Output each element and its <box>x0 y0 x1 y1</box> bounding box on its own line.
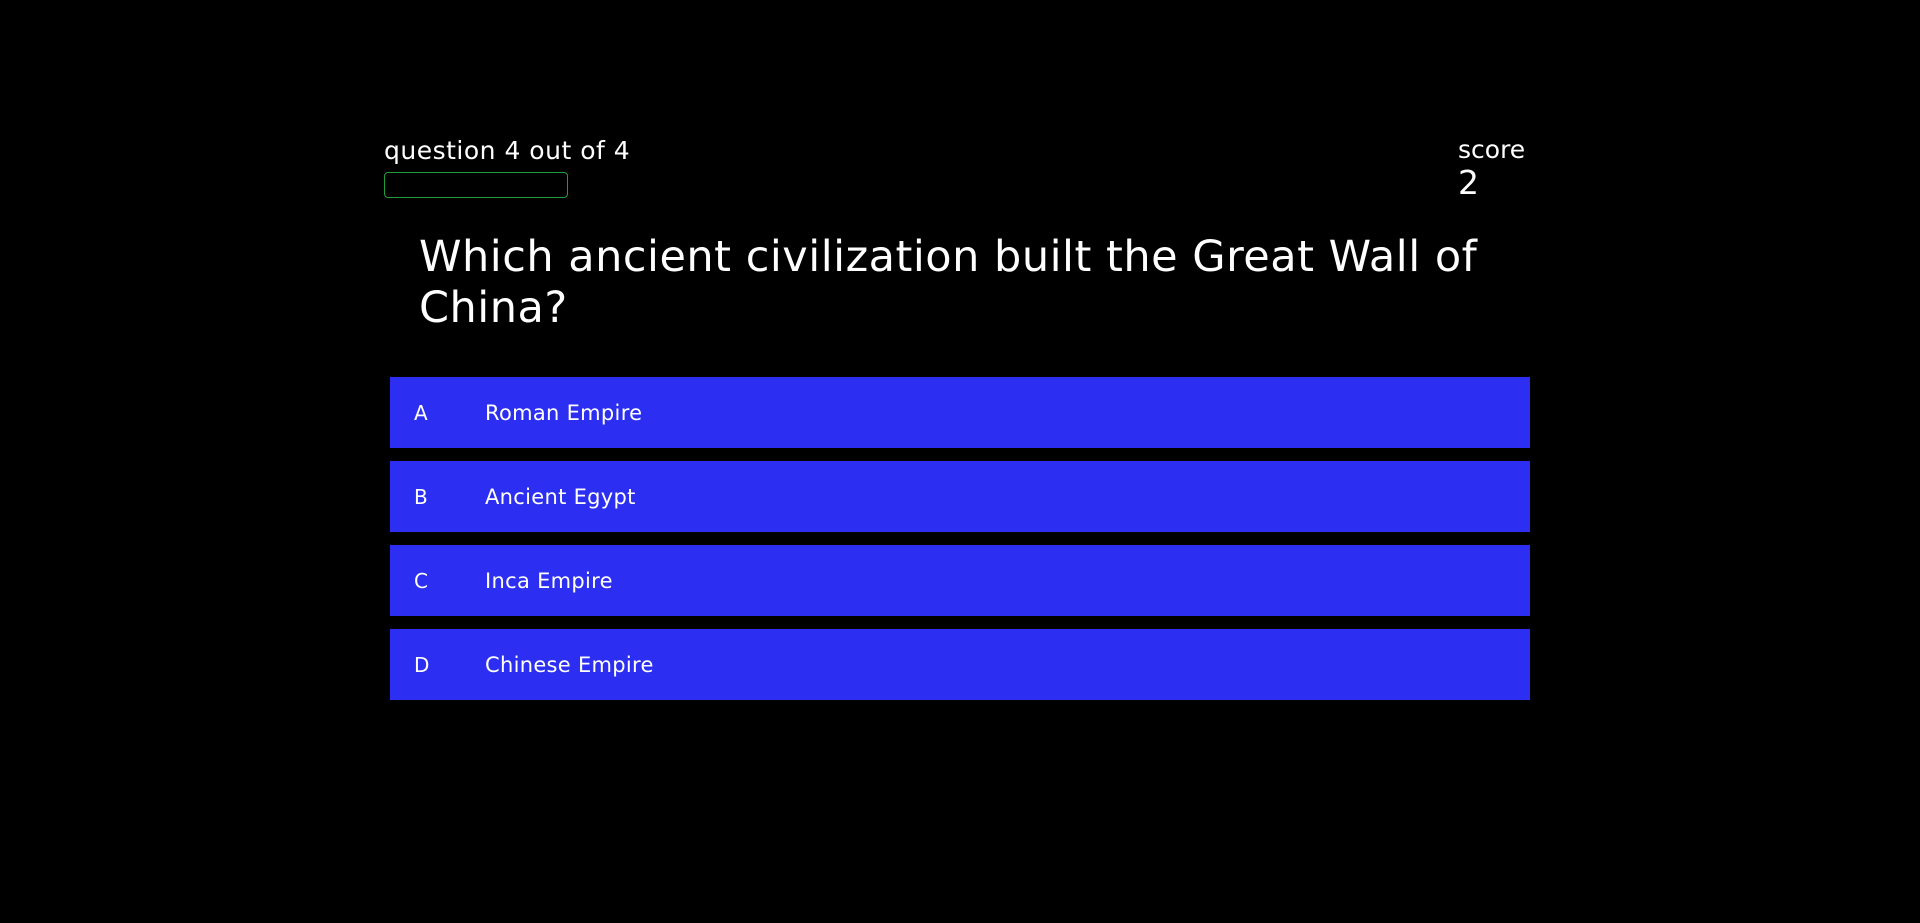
choice-c[interactable]: C Inca Empire <box>390 545 1530 616</box>
game-container: question 4 out of 4 score 2 Which ancien… <box>384 0 1536 923</box>
score-label: score <box>1458 135 1526 164</box>
choice-text: Chinese Empire <box>485 652 654 677</box>
hud: question 4 out of 4 score 2 <box>384 136 1536 206</box>
choice-prefix: B <box>414 484 428 509</box>
score-value: 2 <box>1458 163 1479 202</box>
choice-text: Inca Empire <box>485 568 613 593</box>
progress-text: question 4 out of 4 <box>384 136 631 165</box>
choice-prefix: C <box>414 568 428 593</box>
choice-b[interactable]: B Ancient Egypt <box>390 461 1530 532</box>
question-text: Which ancient civilization built the Gre… <box>419 232 1478 333</box>
choice-prefix: D <box>414 652 430 677</box>
choice-text: Roman Empire <box>485 400 643 425</box>
choice-text: Ancient Egypt <box>485 484 636 509</box>
choice-d[interactable]: D Chinese Empire <box>390 629 1530 700</box>
progress-bar <box>384 172 568 198</box>
choice-prefix: A <box>414 400 428 425</box>
choice-a[interactable]: A Roman Empire <box>390 377 1530 448</box>
choices-list: A Roman Empire B Ancient Egypt C Inca Em… <box>390 377 1530 713</box>
